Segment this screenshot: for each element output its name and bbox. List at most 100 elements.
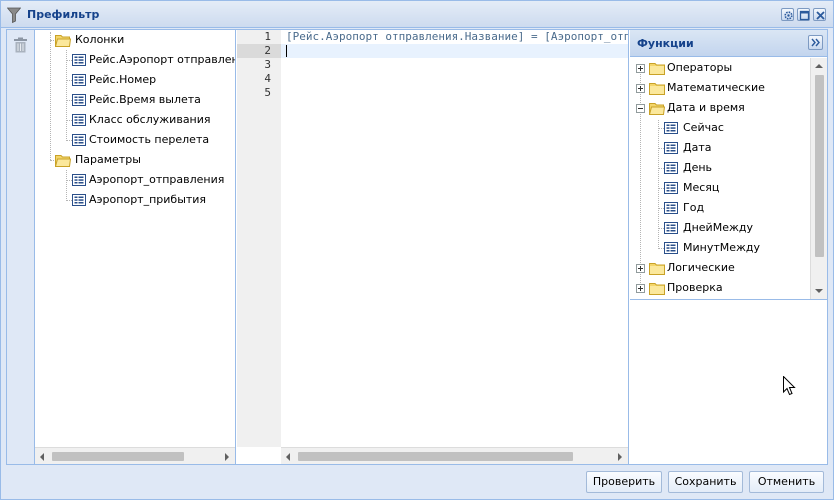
tree-connector [50, 32, 51, 160]
function-description-area [630, 301, 827, 464]
tree-folder-label: Колонки [75, 33, 125, 46]
field-icon [72, 54, 86, 66]
mouse-cursor-icon [783, 376, 796, 396]
tree-item-label: Аэропорт_отправления [89, 173, 225, 186]
functions-header: Функции [630, 30, 827, 57]
field-icon [72, 94, 86, 106]
maximize-button[interactable] [797, 8, 810, 21]
scroll-down-icon[interactable] [815, 289, 823, 293]
func-group-math[interactable]: Математические [630, 78, 810, 98]
function-icon [664, 162, 678, 174]
scroll-right-icon[interactable] [225, 453, 229, 461]
func-item-label: Дата [683, 141, 712, 154]
function-icon [664, 202, 678, 214]
collapse-panel-button[interactable] [808, 35, 823, 50]
folder-icon [649, 263, 665, 275]
scroll-right-icon[interactable] [618, 453, 622, 461]
func-group-label: Логические [667, 261, 735, 274]
field-icon [72, 134, 86, 146]
code-line[interactable]: [Рейс.Аэропорт отправления.Название] = [… [286, 30, 628, 44]
fields-horizontal-scrollbar[interactable] [35, 447, 235, 464]
expand-plus-icon[interactable] [636, 84, 645, 93]
line-number: 2 [237, 44, 281, 58]
tree-item-label: Рейс.Аэропорт отправления.Название [89, 53, 235, 66]
expand-plus-icon[interactable] [636, 264, 645, 273]
gear-button[interactable] [781, 8, 794, 21]
folder-icon [649, 283, 665, 295]
func-item-label: Сейчас [683, 121, 724, 134]
functions-vertical-scrollbar[interactable] [810, 58, 827, 299]
expand-plus-icon[interactable] [636, 64, 645, 73]
double-chevron-right-icon [811, 38, 820, 47]
function-icon [664, 142, 678, 154]
func-item-label: Месяц [683, 181, 720, 194]
field-icon [72, 194, 86, 206]
func-group-logical[interactable]: Логические [630, 258, 810, 278]
func-group-check[interactable]: Проверка [630, 278, 810, 298]
func-item-label: ДнейМежду [683, 221, 753, 234]
functions-tree: Операторы Математические Дата и время Се… [630, 58, 827, 300]
scrollbar-thumb[interactable] [52, 452, 184, 461]
window-titlebar[interactable]: Префильтр [1, 1, 833, 28]
close-icon [816, 11, 825, 20]
field-icon [72, 74, 86, 86]
line-number: 1 [264, 30, 271, 43]
line-number: 4 [264, 72, 271, 85]
tree-item-label: Рейс.Номер [89, 73, 157, 86]
tree-connector [66, 170, 67, 201]
func-group-label: Дата и время [667, 101, 745, 114]
func-group-label: Проверка [667, 281, 723, 294]
folder-open-icon [649, 103, 665, 115]
function-icon [664, 122, 678, 134]
func-group-operators[interactable]: Операторы [630, 58, 810, 78]
main-content: Колонки Рейс.Аэропорт отправления.Назван… [6, 29, 828, 465]
tree-connector [658, 120, 659, 249]
close-button[interactable] [813, 8, 826, 21]
expand-plus-icon[interactable] [636, 284, 645, 293]
line-number-gutter: 1 2 3 4 5 [237, 30, 281, 447]
text-caret [286, 45, 287, 57]
cancel-button[interactable]: Отменить [749, 471, 824, 493]
function-icon [664, 222, 678, 234]
field-icon [72, 114, 86, 126]
scroll-up-icon[interactable] [815, 64, 823, 68]
fields-tree-panel: Колонки Рейс.Аэропорт отправления.Назван… [35, 30, 236, 464]
scroll-left-icon[interactable] [286, 453, 290, 461]
tree-item-label: Класс обслуживания [89, 113, 211, 126]
save-button[interactable]: Сохранить [668, 471, 743, 493]
line-number: 5 [264, 86, 271, 99]
prefilter-window: Префильтр Колонки Рейс.Аэропорт отправле… [0, 0, 834, 500]
tree-connector [66, 50, 67, 141]
window-title: Префильтр [27, 8, 100, 21]
folder-open-icon [55, 155, 71, 167]
editor-horizontal-scrollbar[interactable] [281, 447, 628, 464]
folder-icon [649, 63, 665, 75]
check-button[interactable]: Проверить [586, 471, 662, 493]
field-icon [72, 174, 86, 186]
func-item-label: День [683, 161, 713, 174]
collapse-minus-icon[interactable] [636, 104, 645, 113]
scroll-left-icon[interactable] [40, 453, 44, 461]
trash-icon[interactable] [13, 37, 28, 53]
func-group-label: Операторы [667, 61, 733, 74]
functions-panel: Функции Операторы Математические Дата и … [630, 30, 827, 464]
function-icon [664, 242, 678, 254]
func-group-label: Математические [667, 81, 765, 94]
filter-icon [7, 7, 21, 23]
left-toolstrip [7, 30, 35, 464]
tree-item-label: Аэропорт_прибытия [89, 193, 207, 206]
func-group-datetime[interactable]: Дата и время [630, 98, 810, 118]
line-number: 3 [264, 58, 271, 71]
gear-icon [784, 11, 793, 20]
maximize-icon [799, 10, 810, 21]
scrollbar-thumb[interactable] [298, 452, 573, 461]
function-icon [664, 182, 678, 194]
scrollbar-thumb[interactable] [815, 75, 824, 257]
expression-editor[interactable]: 1 2 3 4 5 [Рейс.Аэропорт отправления.Наз… [237, 30, 629, 464]
active-line-highlight [281, 44, 628, 58]
func-item-label: Год [683, 201, 705, 214]
tree-item-label: Рейс.Время вылета [89, 93, 201, 106]
functions-title: Функции [637, 37, 694, 50]
tree-folder-label: Параметры [75, 153, 141, 166]
func-item-label: МинутМежду [683, 241, 761, 254]
